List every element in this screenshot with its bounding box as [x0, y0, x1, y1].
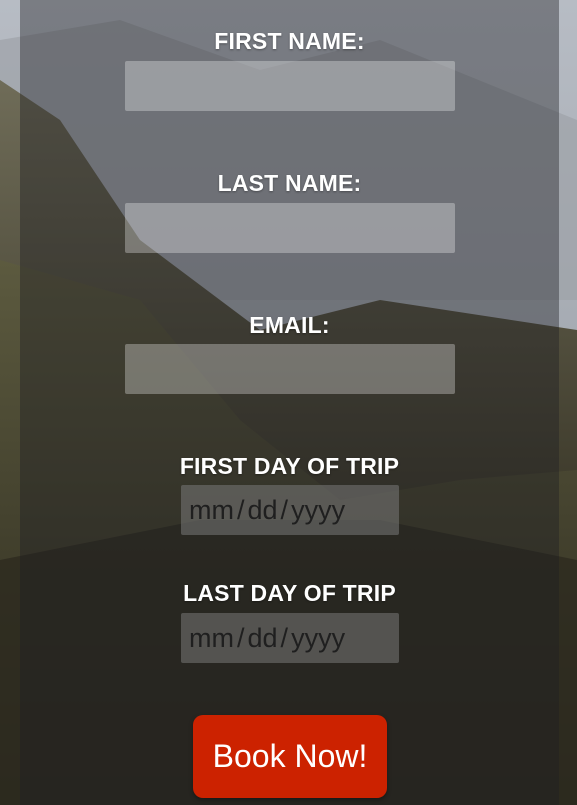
year-segment[interactable]: yyyy: [291, 495, 345, 526]
email-label: EMAIL:: [249, 312, 330, 338]
first-day-date-input[interactable]: mm / dd / yyyy: [181, 485, 399, 535]
date-separator: /: [236, 494, 245, 525]
month-segment[interactable]: mm: [189, 623, 234, 654]
booking-form: FIRST NAME: LAST NAME: EMAIL: FIRST DAY …: [20, 0, 559, 805]
month-segment[interactable]: mm: [189, 495, 234, 526]
last-name-input[interactable]: [125, 203, 455, 253]
last-day-date-input[interactable]: mm / dd / yyyy: [181, 613, 399, 663]
year-segment[interactable]: yyyy: [291, 623, 345, 654]
first-name-label: FIRST NAME:: [214, 28, 365, 54]
day-segment[interactable]: dd: [248, 623, 278, 654]
last-day-label: LAST DAY OF TRIP: [183, 580, 396, 606]
day-segment[interactable]: dd: [248, 495, 278, 526]
first-name-input[interactable]: [125, 61, 455, 111]
first-day-label: FIRST DAY OF TRIP: [179, 453, 400, 479]
date-separator: /: [280, 622, 289, 653]
date-separator: /: [280, 494, 289, 525]
date-separator: /: [236, 622, 245, 653]
last-name-label: LAST NAME:: [217, 170, 362, 196]
book-now-button[interactable]: Book Now!: [193, 715, 387, 798]
email-input[interactable]: [125, 344, 455, 394]
